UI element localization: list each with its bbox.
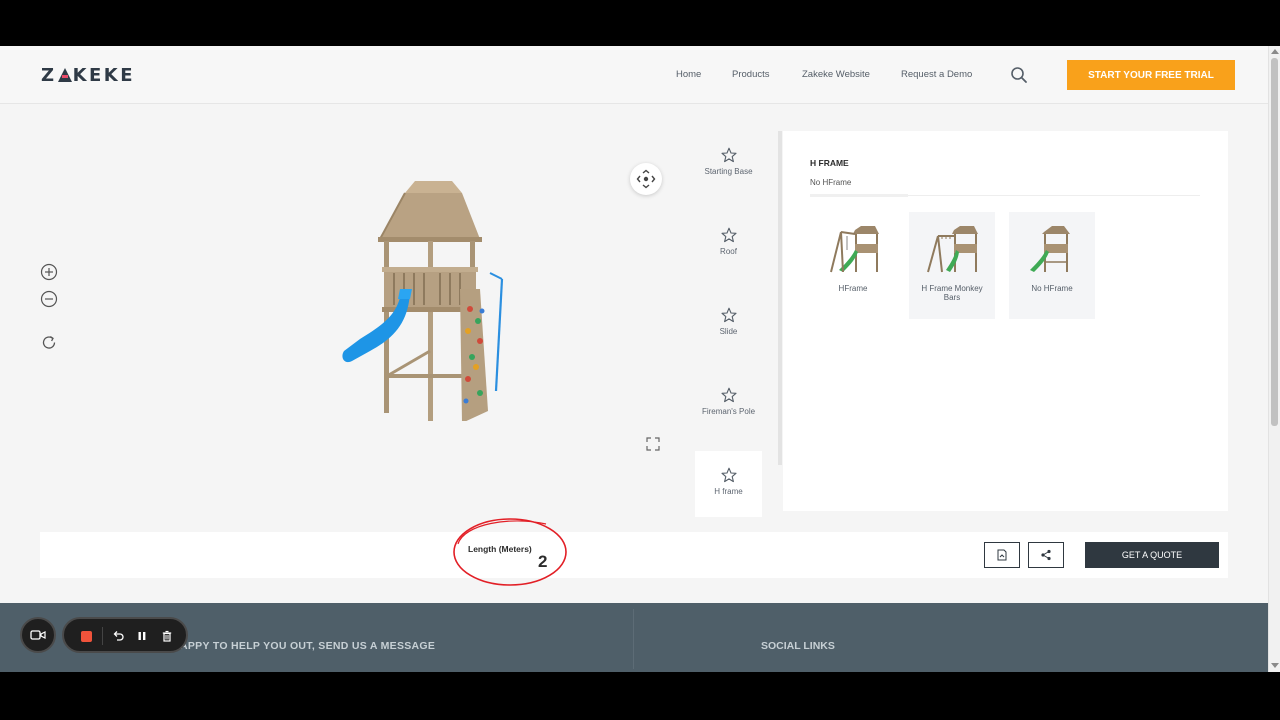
footer-social-heading: SOCIAL LINKS [761,640,835,652]
step-label: Fireman's Pole [701,407,756,416]
footer-divider [633,609,634,669]
recorder-toolbar [62,617,188,653]
length-label: Length (Meters) [468,544,532,554]
option-hframe[interactable]: HFrame [810,212,896,319]
recorder-delete-button[interactable] [159,628,175,644]
hframe-thumbnail [830,226,879,273]
camera-icon [30,630,46,640]
zoom-out-icon[interactable] [40,290,58,308]
option-hframe-monkey-bars[interactable]: H Frame Monkey Bars [909,212,995,319]
step-label: Roof [720,247,737,256]
step-label: Starting Base [704,167,753,176]
configurator-footer-bar: Length (Meters) 2 GET A QUOTE [40,518,1228,586]
start-free-trial-button[interactable]: START YOUR FREE TRIAL [1067,60,1235,90]
site-footer: APPY TO HELP YOU OUT, SEND US A MESSAGE … [0,603,1268,672]
get-a-quote-button[interactable]: GET A QUOTE [1085,542,1219,568]
recorder-stop-button[interactable] [78,628,94,644]
step-roof[interactable]: Roof [695,211,762,277]
share-button[interactable] [1028,542,1064,568]
zakeke-logo[interactable]: Z KEKE [41,64,136,86]
no-hframe-thumbnail [1030,226,1070,272]
steps-scrollbar[interactable] [778,131,782,465]
fullscreen-icon[interactable] [645,436,663,454]
divider-highlight [810,194,908,197]
zoom-in-icon[interactable] [40,263,58,281]
star-icon [720,307,737,323]
option-no-hframe[interactable]: No HFrame [1009,212,1095,319]
step-h-frame[interactable]: H frame [695,451,762,517]
nav-zakeke-website[interactable]: Zakeke Website [802,69,870,80]
footer-contact-heading: APPY TO HELP YOU OUT, SEND US A MESSAGE [180,640,436,652]
trash-icon [162,630,172,642]
nav-products[interactable]: Products [732,69,770,80]
scroll-up-icon[interactable] [1271,49,1279,54]
stop-icon [80,630,92,642]
star-icon [720,387,737,403]
scrollbar-thumb[interactable] [1271,58,1278,426]
undo-icon [113,631,124,641]
reset-view-icon[interactable] [40,334,58,352]
configurator-steps: Starting Base Roof Slide Fireman's Pole … [695,131,762,531]
page-scrollbar[interactable] [1268,46,1280,672]
move-model-icon[interactable] [630,163,662,195]
step-firemans-pole[interactable]: Fireman's Pole [695,371,762,437]
panel-title: H FRAME [810,158,849,168]
search-icon[interactable] [1010,66,1028,84]
option-label: No HFrame [1031,284,1073,293]
download-pdf-button[interactable] [984,542,1020,568]
selected-option-text: No HFrame [810,178,852,187]
hframe-monkey-bars-thumbnail [927,226,978,273]
pdf-icon [997,549,1007,561]
browser-page: Z KEKE Home Products Zakeke Website Requ… [0,46,1280,672]
recorder-camera-button[interactable] [20,617,56,653]
step-starting-base[interactable]: Starting Base [695,131,762,197]
share-icon [1041,549,1051,561]
option-label: HFrame [838,284,868,293]
playhouse-model-render [342,181,504,421]
step-label: H frame [714,487,743,496]
option-label: H Frame Monkey Bars [921,284,983,302]
site-header: Z KEKE Home Products Zakeke Website Requ… [0,46,1268,104]
3d-viewer[interactable] [40,131,680,531]
step-slide[interactable]: Slide [695,291,762,357]
star-icon [720,227,737,243]
options-panel: H FRAME No HFrame HFrame H Frame Monkey … [783,131,1228,511]
pause-icon [138,632,146,640]
recorder-undo-button[interactable] [110,628,126,644]
recorder-pause-button[interactable] [134,628,150,644]
star-icon [720,467,737,483]
scroll-down-icon[interactable] [1271,663,1279,668]
logo-a-triangle-icon [57,68,72,82]
nav-request-demo[interactable]: Request a Demo [901,69,972,80]
star-icon [720,147,737,163]
nav-home[interactable]: Home [676,69,701,80]
logo-text-right: KEKE [72,64,136,86]
logo-text-left: Z [41,64,57,86]
length-value: 2 [538,552,548,571]
step-label: Slide [719,327,738,336]
